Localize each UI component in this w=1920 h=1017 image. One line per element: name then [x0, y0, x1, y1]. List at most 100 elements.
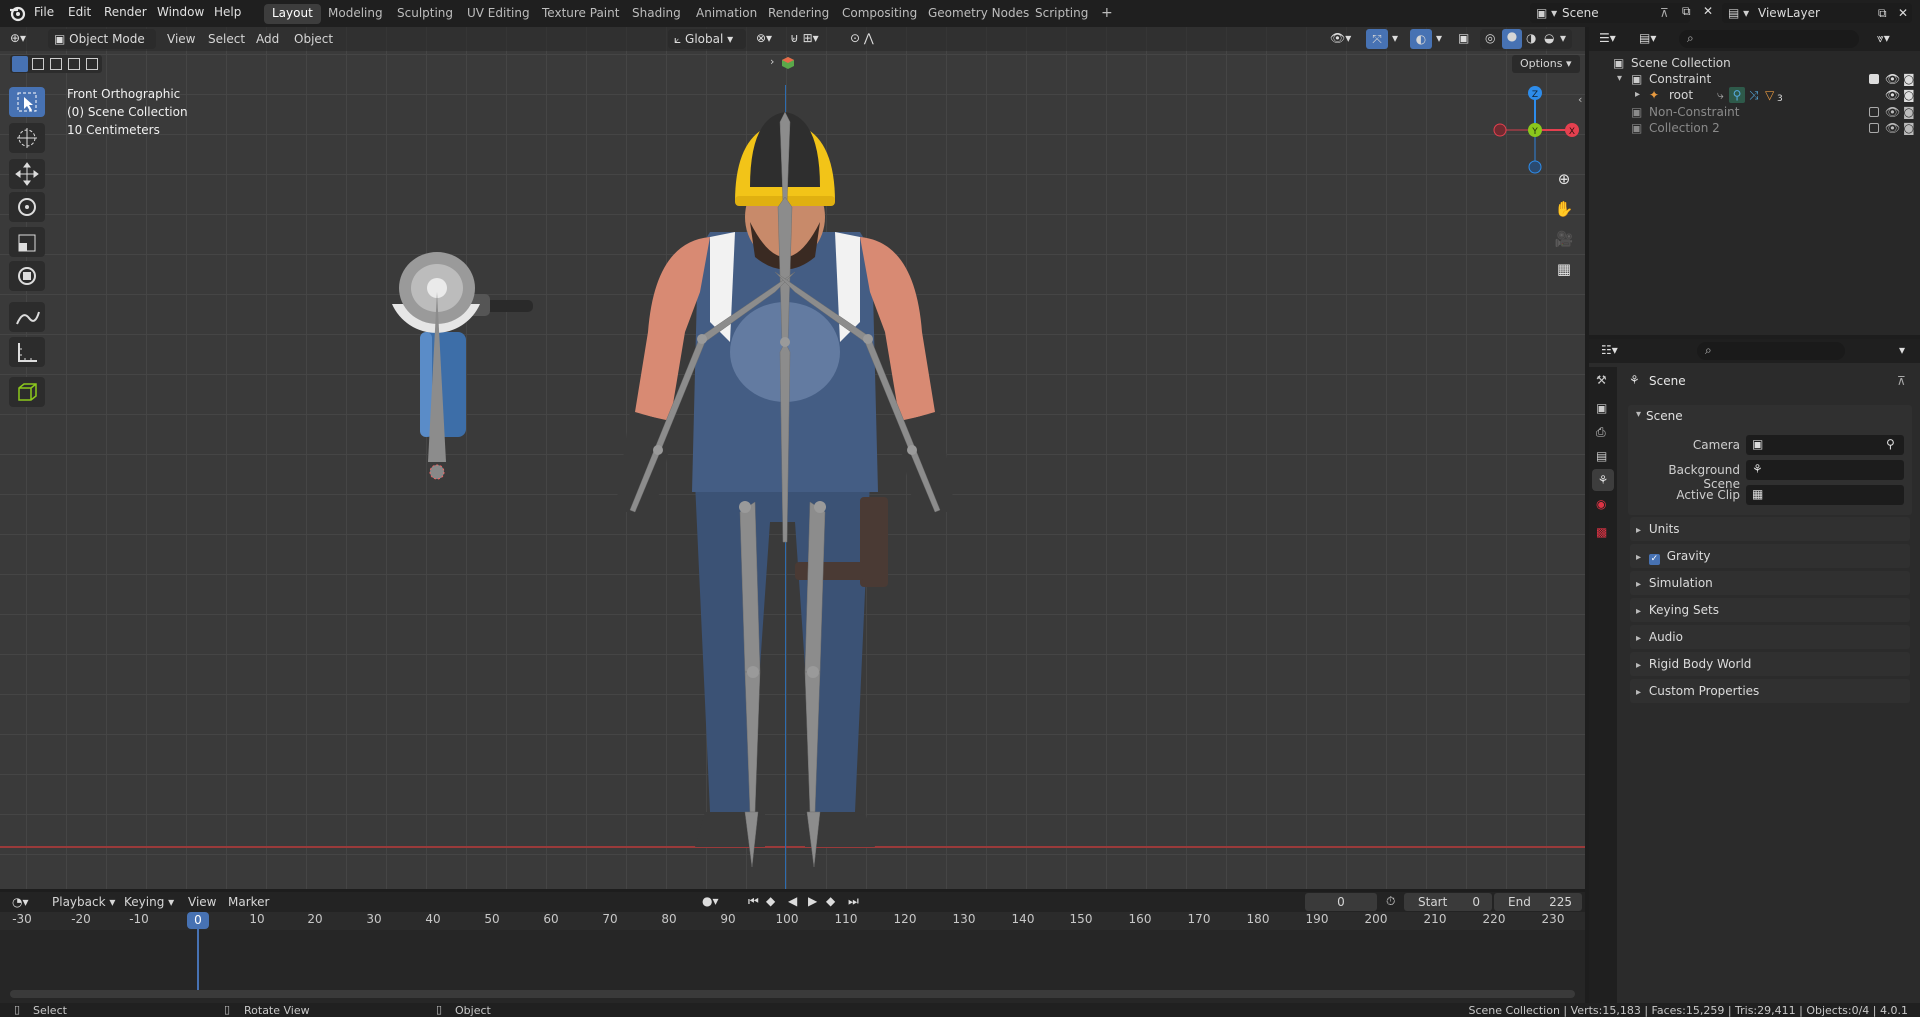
gravity-checkbox[interactable]: ✓ [1648, 554, 1660, 565]
select-new-icon[interactable] [12, 56, 28, 72]
eyedropper-icon[interactable]: ⚲ [1886, 437, 1895, 451]
visibility-icon[interactable]: 👁▾ [1330, 31, 1351, 45]
menu-timeline-view[interactable]: View [188, 895, 216, 909]
snap-icon[interactable]: ⊌ ⊞▾ [790, 31, 819, 45]
scale-tool[interactable] [9, 227, 45, 257]
filter-icon[interactable]: ⩔▾ [1877, 31, 1890, 46]
tab-modeling[interactable]: Modeling [320, 4, 391, 24]
rotate-tool[interactable] [9, 192, 45, 222]
gizmo-dropdown-icon[interactable]: ▾ [1392, 31, 1398, 45]
move-tool[interactable] [9, 159, 45, 189]
checkbox-icon[interactable] [1869, 123, 1879, 133]
world-tab-icon[interactable]: ◉ [1596, 497, 1606, 511]
preview-range-icon[interactable]: ⏱ [1386, 894, 1395, 909]
shading-dropdown-icon[interactable]: ▾ [1560, 31, 1566, 45]
navigation-gizmo[interactable]: Z X Y [1490, 85, 1580, 175]
xray-icon[interactable]: ▣ [1458, 31, 1469, 45]
menu-edit[interactable]: Edit [68, 5, 91, 19]
play-reverse-icon[interactable]: ◀ [788, 894, 797, 908]
panel-units[interactable]: ▸ Units [1630, 517, 1910, 541]
tab-compositing[interactable]: Compositing [834, 4, 925, 24]
panel-rigid-body-world[interactable]: ▸ Rigid Body World [1630, 652, 1910, 676]
menu-keying[interactable]: Keying ▾ [124, 895, 174, 909]
add-cube-tool[interactable] [9, 377, 45, 407]
tab-layout[interactable]: Layout [264, 4, 321, 24]
outliner-search-input[interactable]: ⌕ [1679, 30, 1859, 48]
select-intersect-icon[interactable] [86, 58, 98, 70]
character-armature-object[interactable] [560, 92, 1010, 889]
menu-select[interactable]: Select [208, 32, 245, 46]
timeline-scrollbar[interactable] [10, 990, 1575, 998]
3d-viewport[interactable]: ⊕▾ ▣ Object Mode ▾ View Select Add Objec… [0, 27, 1585, 889]
tool-tab-icon[interactable]: ⚒ [1596, 373, 1607, 387]
jump-start-icon[interactable]: ⏮ [748, 894, 759, 909]
close-view-layer-icon[interactable]: ✕ [1898, 3, 1908, 23]
new-scene-icon[interactable]: ⧉ [1682, 4, 1691, 19]
properties-options-icon[interactable]: ▾ [1899, 343, 1905, 357]
select-extend-icon[interactable] [32, 58, 44, 70]
measure-tool[interactable] [9, 337, 45, 367]
menu-render[interactable]: Render [104, 5, 147, 19]
wireframe-shading-icon[interactable]: ◎ [1485, 31, 1495, 45]
camera-icon[interactable]: ◙ [1903, 118, 1915, 138]
record-icon[interactable]: ●▾ [702, 894, 719, 908]
jump-end-icon[interactable]: ⏭ [848, 894, 859, 909]
pan-hand-icon[interactable]: ✋ [1551, 196, 1577, 222]
checkbox-icon[interactable] [1869, 107, 1879, 117]
transform-tool[interactable] [9, 261, 45, 291]
solid-shading-icon[interactable]: ● [1502, 29, 1522, 49]
view-layer-selector[interactable]: ▤ ▾ ViewLayer ⧉ ✕ [1722, 3, 1912, 23]
neg-x-axis-handle[interactable] [1493, 123, 1507, 137]
panel-keying-sets[interactable]: ▸ Keying Sets [1630, 598, 1910, 622]
new-view-layer-icon[interactable]: ⧉ [1878, 3, 1887, 23]
tab-shading[interactable]: Shading [624, 4, 689, 24]
menu-marker[interactable]: Marker [228, 895, 269, 909]
section-collapse-icon[interactable]: ▾ [1636, 409, 1641, 420]
eye-icon[interactable]: 👁 [1885, 118, 1900, 138]
menu-file[interactable]: File [34, 5, 54, 19]
select-subtract-icon[interactable] [50, 58, 62, 70]
menu-window[interactable]: Window [157, 5, 204, 19]
menu-view[interactable]: View [167, 32, 195, 46]
properties-editor-type-icon[interactable]: ☷▾ [1601, 343, 1618, 357]
current-frame-field[interactable]: 0 [1305, 893, 1377, 911]
checkbox-icon[interactable] [1869, 74, 1879, 84]
pin-icon[interactable]: ⊼ [1897, 374, 1906, 388]
tab-texture-paint[interactable]: Texture Paint [534, 4, 627, 24]
panel-custom-properties[interactable]: ▸ Custom Properties [1630, 679, 1910, 703]
tab-geometry-nodes[interactable]: Geometry Nodes [920, 4, 1037, 24]
cursor-tool[interactable] [9, 123, 45, 153]
proportional-edit-icon[interactable]: ⊙ ⋀ [850, 31, 874, 45]
orientation-selector[interactable]: ⟀ Global ▾ [668, 29, 746, 49]
playhead-frame-badge[interactable]: 0 [187, 912, 209, 929]
tab-uv-editing[interactable]: UV Editing [459, 4, 538, 24]
menu-help[interactable]: Help [214, 5, 241, 19]
tab-animation[interactable]: Animation [688, 4, 765, 24]
add-workspace-icon[interactable]: + [1093, 3, 1121, 23]
scene-selector[interactable]: ▣ ▾ Scene ⊼ [1530, 3, 1690, 23]
pivot-icon[interactable]: ⊗▾ [756, 31, 772, 45]
overlay-toggle-icon[interactable]: ◐ [1410, 29, 1432, 49]
rendered-shading-icon[interactable]: ◒ [1544, 31, 1554, 45]
tab-scripting[interactable]: Scripting [1027, 4, 1096, 24]
overlay-dropdown-icon[interactable]: ▾ [1436, 31, 1442, 45]
gizmo-toggle-icon[interactable]: ⤧ [1366, 29, 1388, 49]
expand-arrow-icon[interactable]: › [770, 55, 774, 68]
camera-view-icon[interactable]: 🎥 [1551, 226, 1577, 252]
timeline-editor-type-icon[interactable]: ◔▾ [12, 895, 29, 909]
prev-keyframe-icon[interactable]: ◆ [766, 894, 775, 908]
object-gizmo-icon[interactable] [781, 56, 795, 70]
sidebar-toggle-icon[interactable]: ‹ [1578, 93, 1582, 106]
close-scene-icon[interactable]: ✕ [1703, 4, 1713, 18]
perspective-grid-icon[interactable]: ▦ [1551, 256, 1577, 282]
playhead-line[interactable] [197, 929, 199, 991]
tab-rendering[interactable]: Rendering [760, 4, 837, 24]
outliner-editor-type-icon[interactable]: ☰▾ [1599, 31, 1616, 45]
blender-logo-icon[interactable] [8, 4, 26, 22]
properties-search-input[interactable]: ⌕ [1697, 342, 1845, 360]
active-clip-field[interactable]: ▦ [1746, 485, 1904, 505]
start-frame-field[interactable]: Start 0 [1404, 893, 1492, 911]
display-mode-icon[interactable]: ▤▾ [1639, 31, 1656, 45]
select-invert-icon[interactable] [68, 58, 80, 70]
scene-tab-icon[interactable]: ⚘ [1592, 469, 1614, 491]
